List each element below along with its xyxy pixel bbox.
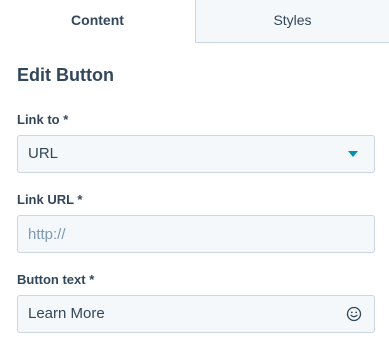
link-to-selected-value: URL xyxy=(28,145,59,162)
button-text-value: Learn More xyxy=(28,305,105,322)
button-text-input[interactable]: Learn More xyxy=(17,295,375,333)
tab-content[interactable]: Content xyxy=(0,0,195,43)
link-url-input[interactable] xyxy=(17,215,375,253)
link-to-select[interactable]: URL xyxy=(17,135,375,173)
panel-title: Edit Button xyxy=(17,65,114,85)
button-text-label: Button text * xyxy=(17,272,95,287)
tab-bar: Content Styles xyxy=(0,0,389,43)
link-to-label: Link to * xyxy=(17,112,69,127)
tab-styles[interactable]: Styles xyxy=(195,0,389,43)
emoji-smiley-icon[interactable] xyxy=(346,306,362,322)
link-url-label: Link URL * xyxy=(17,192,83,207)
chevron-down-icon xyxy=(348,151,358,157)
